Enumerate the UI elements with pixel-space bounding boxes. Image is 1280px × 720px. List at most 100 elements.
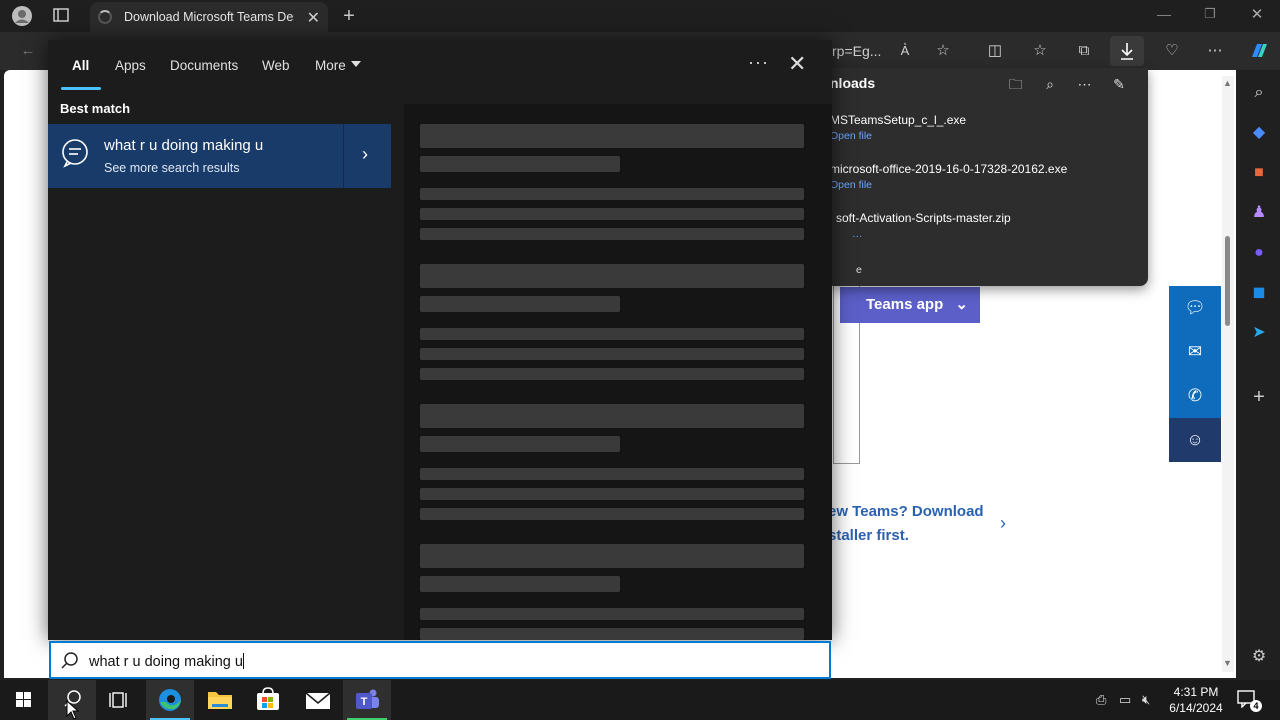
- svg-text:T: T: [361, 696, 368, 708]
- more-options-icon[interactable]: ⋯: [1070, 76, 1100, 93]
- skeleton-bar: [420, 228, 804, 240]
- taskbar-file-explorer[interactable]: [196, 680, 244, 720]
- open-file-link[interactable]: …: [852, 228, 863, 240]
- windows-search-panel: All Apps Documents Web More ··· ✕ Best m…: [48, 40, 832, 640]
- download-item-name[interactable]: soft-Activation-Scripts-master.zip: [836, 211, 1011, 225]
- phone-icon[interactable]: ✆: [1169, 374, 1221, 418]
- new-teams-line1: ew Teams? Download: [828, 503, 984, 520]
- search-icon[interactable]: ⌕: [1248, 82, 1270, 104]
- best-match-heading: Best match: [60, 101, 131, 116]
- downloads-button[interactable]: [1110, 36, 1144, 66]
- tab-actions-icon[interactable]: [52, 7, 70, 25]
- download-teams-app-button[interactable]: Teams app ⌄: [840, 287, 980, 323]
- back-icon[interactable]: ←: [18, 41, 38, 61]
- chevron-right-icon[interactable]: ›: [1000, 513, 1006, 534]
- tab-close-icon[interactable]: ✕: [307, 8, 320, 28]
- taskbar-store[interactable]: [244, 680, 292, 720]
- drop-send-icon[interactable]: ➤: [1248, 322, 1270, 344]
- open-file-link[interactable]: Open file: [830, 130, 872, 142]
- favorite-star-icon[interactable]: ☆: [933, 41, 953, 61]
- mail-icon[interactable]: ✉: [1169, 330, 1221, 374]
- mouse-cursor-icon: [66, 700, 80, 720]
- tab-apps[interactable]: Apps: [115, 58, 146, 73]
- taskbar-edge[interactable]: [146, 680, 194, 720]
- profile-avatar-icon[interactable]: [10, 5, 34, 27]
- skeleton-bar: [420, 468, 804, 480]
- search-input[interactable]: what r u doing making u: [49, 641, 831, 679]
- favorites-icon[interactable]: ☆: [1030, 41, 1050, 61]
- collections-icon[interactable]: ⧉: [1074, 41, 1094, 61]
- store-icon: [257, 687, 279, 710]
- settings-more-icon[interactable]: ⋯: [1205, 41, 1225, 61]
- chat-icon[interactable]: 💬︎: [1169, 286, 1221, 330]
- page-scrollbar[interactable]: ▲ ▼: [1222, 76, 1234, 672]
- best-match-title: what r u doing making u: [104, 137, 264, 154]
- close-icon[interactable]: ✕: [788, 51, 806, 77]
- minimize-icon[interactable]: —: [1156, 6, 1172, 22]
- tab-web[interactable]: Web: [262, 58, 290, 73]
- shopping-tag-icon[interactable]: ◆: [1248, 122, 1270, 144]
- start-button[interactable]: [0, 680, 48, 720]
- sidebar-settings-icon[interactable]: ⚙: [1248, 646, 1270, 668]
- open-results-button[interactable]: ›: [343, 124, 391, 188]
- scroll-down-icon[interactable]: ▼: [1223, 658, 1232, 668]
- tab-documents[interactable]: Documents: [170, 58, 238, 73]
- new-tab-icon[interactable]: +: [340, 5, 358, 28]
- notification-count-badge: 4: [1250, 700, 1262, 712]
- notification-center[interactable]: 4: [1236, 688, 1262, 712]
- download-item-name[interactable]: microsoft-office-2019-16-0-17328-20162.e…: [830, 162, 1067, 176]
- tools-briefcase-icon[interactable]: ■: [1248, 162, 1270, 184]
- skeleton-bar: [420, 348, 804, 360]
- scroll-thumb[interactable]: [1225, 236, 1230, 326]
- add-sidebar-app-icon[interactable]: +: [1248, 386, 1270, 408]
- scroll-up-icon[interactable]: ▲: [1223, 78, 1232, 88]
- tab-more[interactable]: More: [315, 58, 346, 73]
- teams-button-label: Teams app: [866, 296, 944, 313]
- address-bar[interactable]: rp=Eg...: [832, 43, 881, 59]
- search-downloads-icon[interactable]: ⌕: [1035, 76, 1065, 93]
- games-icon[interactable]: ♟: [1248, 202, 1270, 224]
- taskbar-teams[interactable]: T: [343, 680, 391, 720]
- open-folder-icon[interactable]: 🗀︎: [1001, 74, 1031, 98]
- skeleton-bar: [420, 156, 620, 172]
- download-item-name[interactable]: MSTeamsSetup_c_l_.exe: [830, 113, 966, 127]
- contact-sales-icon[interactable]: ☺: [1169, 418, 1221, 462]
- volume-muted-icon[interactable]: 🔇︎: [1142, 692, 1150, 708]
- tab-all[interactable]: All: [72, 58, 89, 73]
- search-query: what r u doing making u: [89, 653, 244, 670]
- outlook-icon[interactable]: ◼: [1248, 282, 1270, 304]
- pin-icon[interactable]: ✎: [1104, 76, 1134, 93]
- mail-icon: [305, 692, 331, 709]
- active-tab-indicator: [61, 87, 101, 90]
- browser-titlebar: Download Microsoft Teams Desk ✕ + — ❐ ✕: [0, 0, 1280, 32]
- text-caret: [242, 653, 244, 669]
- skeleton-bar: [420, 436, 620, 452]
- browser-tab[interactable]: Download Microsoft Teams Desk ✕: [90, 2, 328, 32]
- browser-essentials-icon[interactable]: ♡: [1162, 41, 1182, 61]
- best-match-result[interactable]: what r u doing making u See more search …: [48, 124, 391, 188]
- microsoft-365-icon[interactable]: ●: [1248, 242, 1270, 264]
- skeleton-bar: [420, 124, 804, 148]
- window-close-icon[interactable]: ✕: [1249, 5, 1265, 23]
- download-item-fragment: e: [856, 264, 862, 276]
- meet-now-icon[interactable]: ⎙: [1096, 692, 1106, 708]
- edge-sidebar: ⌕ ◆ ■ ♟ ● ◼ ➤ + ⚙: [1238, 70, 1280, 680]
- taskbar-mail[interactable]: [294, 680, 342, 720]
- skeleton-bar: [420, 296, 620, 312]
- new-teams-link[interactable]: ew Teams? Download staller first.: [828, 500, 998, 548]
- search-query-text: what r u doing making u: [89, 654, 243, 670]
- open-file-link[interactable]: Open file: [830, 179, 872, 191]
- downloads-flyout: nloads 🗀︎ ⌕ ⋯ ✎ MSTeamsSetup_c_l_.exe Op…: [826, 68, 1148, 286]
- skeleton-bar: [420, 328, 804, 340]
- more-options-icon[interactable]: ···: [748, 52, 769, 73]
- skeleton-bar: [420, 404, 804, 428]
- split-screen-icon[interactable]: ◫: [985, 41, 1005, 61]
- network-icon[interactable]: ▭: [1119, 692, 1131, 708]
- search-filter-tabs: All Apps Documents Web More ··· ✕: [48, 40, 832, 92]
- task-view-button[interactable]: [96, 680, 144, 720]
- read-aloud-icon[interactable]: A᷾: [895, 41, 915, 61]
- system-clock[interactable]: 4:31 PM 6/14/2024: [1168, 684, 1224, 716]
- restore-icon[interactable]: ❐: [1202, 6, 1218, 22]
- copilot-icon[interactable]: [1248, 41, 1270, 61]
- new-teams-line2: staller first.: [828, 527, 909, 544]
